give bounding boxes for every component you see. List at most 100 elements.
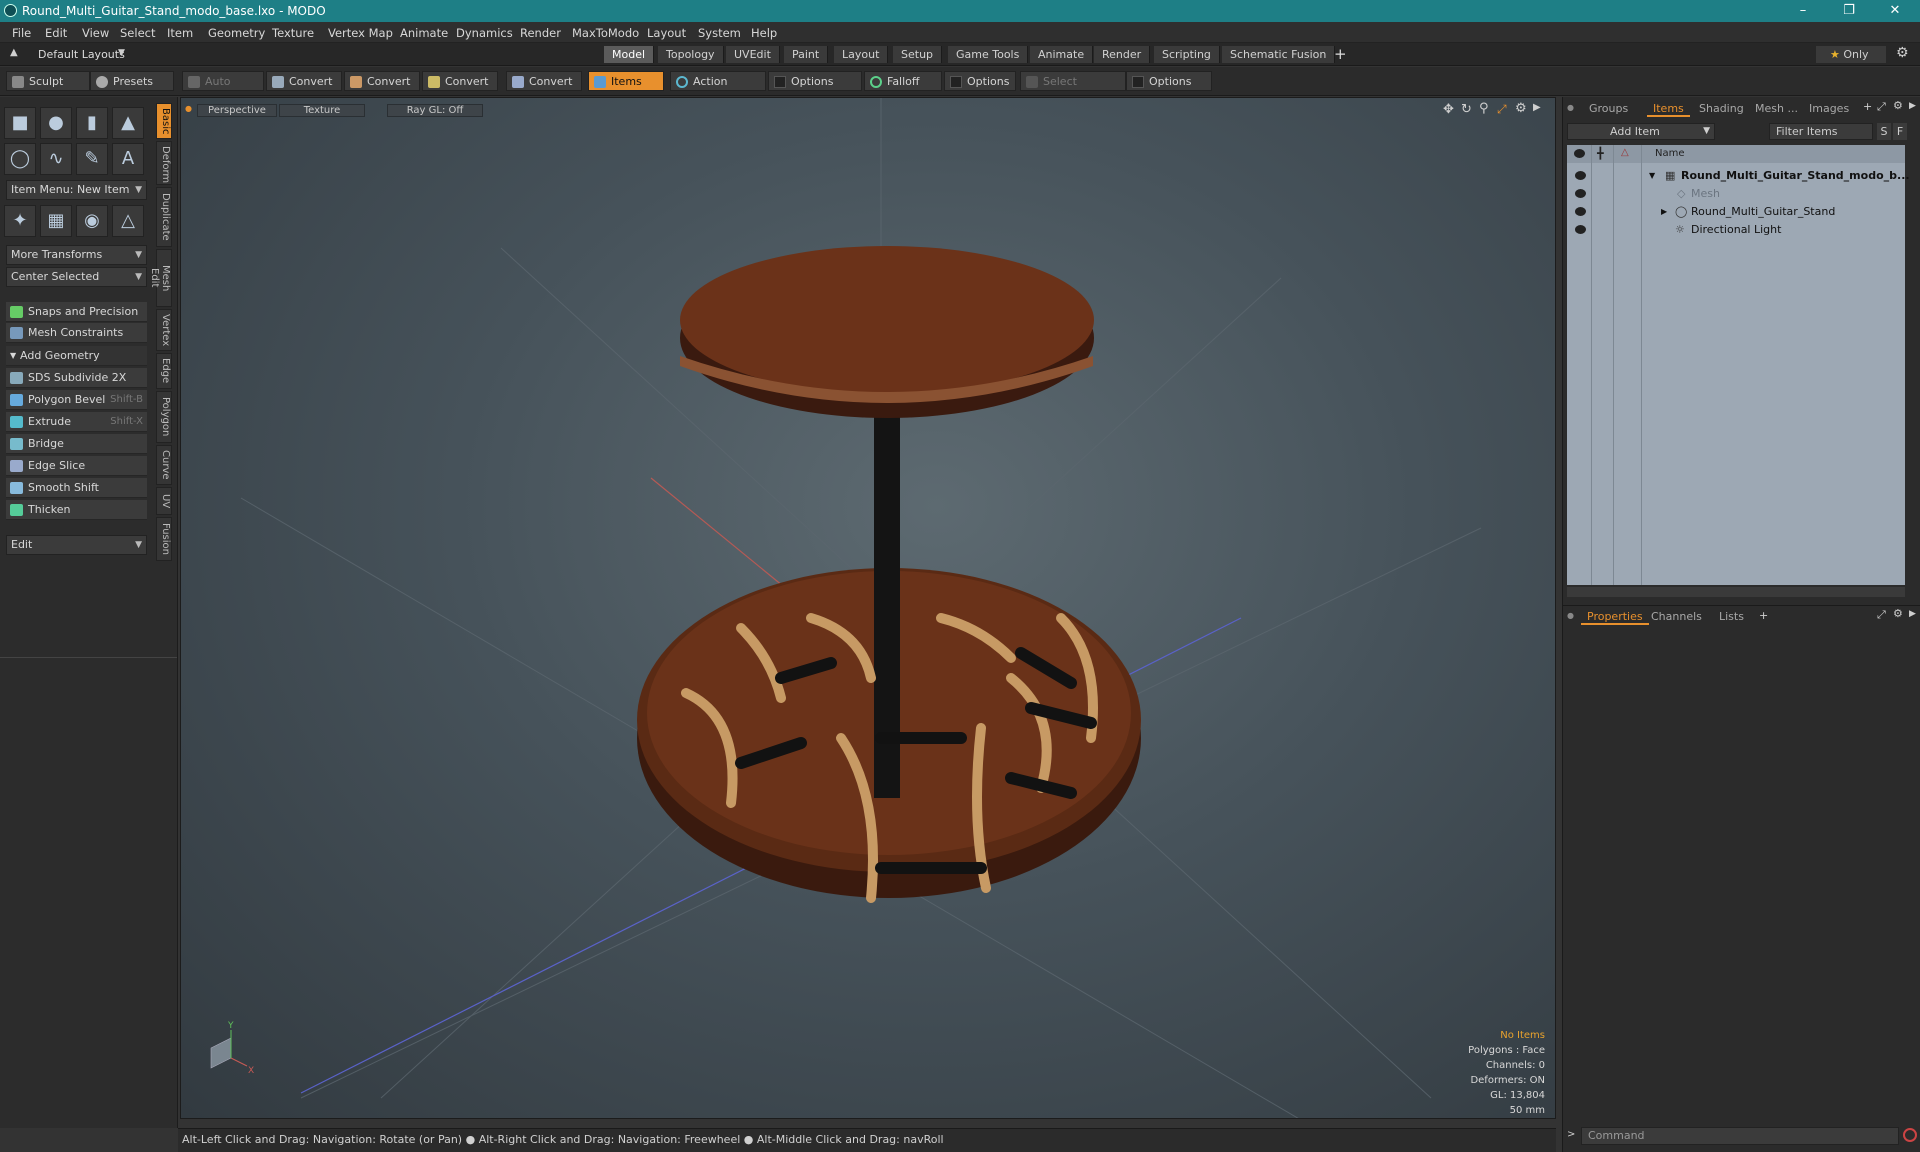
taper-icon[interactable]: △ [112,205,144,237]
tab-schematic-fusion[interactable]: Schematic Fusion [1222,46,1336,63]
grid-icon[interactable]: ▦ [40,205,72,237]
menu-help[interactable]: Help [751,26,777,40]
tab-topology[interactable]: Topology [658,46,724,63]
record-icon[interactable] [1903,1128,1917,1142]
menu-edit[interactable]: Edit [45,26,67,40]
cone-primitive-icon[interactable]: ▲ [112,107,144,139]
convert-items-button[interactable]: Convert [506,71,582,91]
menu-animate[interactable]: Animate [400,26,448,40]
vtab-vertex[interactable]: Vertex [156,309,172,351]
select-through-button[interactable]: Select Through [1020,71,1126,108]
tab-items[interactable]: Items [1647,101,1690,117]
menu-view[interactable]: View [82,26,109,40]
menu-file[interactable]: File [12,26,31,40]
minimize-button[interactable]: – [1780,0,1826,22]
tab-animate[interactable]: Animate [1030,46,1094,63]
tree-row-scene[interactable]: ▼ ▦ Round_Multi_Guitar_Stand_modo_b... [1567,167,1910,185]
tab-uvedit[interactable]: UVEdit [726,46,780,63]
vtab-uv[interactable]: UV [156,487,172,515]
menu-select[interactable]: Select [120,26,155,40]
extrude-button[interactable]: Extrude Shift-X [6,412,147,432]
tab-paint[interactable]: Paint [784,46,829,63]
sculpt-button[interactable]: Sculpt [6,71,90,91]
tab-groups[interactable]: Groups [1583,101,1634,117]
tree-row-directional-light[interactable]: ☼ Directional Light [1567,221,1905,239]
add-tab-button[interactable]: + [1334,45,1347,63]
tab-mesh[interactable]: Mesh ... [1749,101,1804,117]
tab-properties[interactable]: Properties [1581,609,1649,625]
falloff-button[interactable]: Falloff [864,71,942,91]
convert-vertices-button[interactable]: Convert [266,71,342,91]
filter-s-button[interactable]: S [1877,123,1891,140]
mesh-constraints-button[interactable]: Mesh Constraints [6,323,147,343]
tab-lists[interactable]: Lists [1713,609,1750,625]
3d-viewport[interactable]: ● Perspective Texture Ray GL: Off ✥ ↻ ⚲ … [180,97,1556,1119]
item-menu-dropdown[interactable]: Item Menu: New Item ▼ [6,180,147,200]
polygon-bevel-button[interactable]: Polygon Bevel Shift-B [6,390,147,410]
filter-items-input[interactable]: Filter Items [1769,123,1873,140]
eye-icon[interactable] [1575,207,1586,216]
more-transforms-dropdown[interactable]: More Transforms ▼ [6,245,147,265]
vtab-polygon[interactable]: Polygon [156,391,172,443]
convert-polygons-button[interactable]: Convert [422,71,498,91]
menu-maxtomodo[interactable]: MaxToModo [572,26,639,40]
vtab-deform[interactable]: Deform [156,141,172,185]
panel-menu-icon[interactable]: ● [1567,611,1574,620]
thicken-button[interactable]: Thicken [6,500,147,520]
globe-icon[interactable]: ◉ [76,205,108,237]
bridge-button[interactable]: Bridge [6,434,147,454]
tree-row-guitar-stand[interactable]: ▶ ◯ Round_Multi_Guitar_Stand [1567,203,1905,221]
pen-tool-icon[interactable]: ✎ [76,143,108,175]
menu-dynamics[interactable]: Dynamics [456,26,513,40]
menu-texture[interactable]: Texture [272,26,314,40]
vtab-curve[interactable]: Curve [156,445,172,485]
vtab-mesh-edit[interactable]: Mesh Edit [149,249,172,307]
tab-game-tools[interactable]: Game Tools [948,46,1029,63]
menu-vertex-map[interactable]: Vertex Map [328,26,393,40]
tab-scripting[interactable]: Scripting [1154,46,1220,63]
cylinder-primitive-icon[interactable]: ▮ [76,107,108,139]
edge-slice-button[interactable]: Edge Slice [6,456,147,476]
sds-subdivide-button[interactable]: SDS Subdivide 2X [6,368,147,388]
gear-icon[interactable]: ⚙ [1893,99,1903,112]
falloff-options[interactable]: Options [944,71,1016,91]
torus-primitive-icon[interactable]: ◯ [4,143,36,175]
tab-setup[interactable]: Setup [893,46,943,63]
text-tool-icon[interactable]: A [112,143,144,175]
add-tab-button[interactable]: + [1863,100,1872,113]
eye-icon[interactable] [1575,225,1586,234]
select-through-options[interactable]: Options [1126,71,1212,91]
cube-primitive-icon[interactable]: ■ [4,107,36,139]
menu-render[interactable]: Render [520,26,561,40]
smooth-shift-button[interactable]: Smooth Shift [6,478,147,498]
expand-icon[interactable]: ⤢ [1877,100,1886,114]
add-geometry-header[interactable]: ▼ Add Geometry [6,346,147,366]
tab-images[interactable]: Images [1803,101,1855,117]
tab-layout[interactable]: Layout [834,46,889,63]
only-toggle[interactable]: ★ Only [1816,46,1886,63]
panel-arrow-icon[interactable]: ▶ [1909,101,1916,111]
vtab-edge[interactable]: Edge [156,353,172,389]
menu-geometry[interactable]: Geometry [208,26,265,40]
edit-dropdown[interactable]: Edit ▼ [6,535,147,555]
center-selected-dropdown[interactable]: Center Selected ▼ [6,267,147,287]
menu-layout[interactable]: Layout [647,26,686,40]
layout-collapse-icon[interactable]: ▲ [10,47,18,58]
checkbox[interactable] [1132,76,1144,88]
menu-system[interactable]: System [698,26,741,40]
action-center-options[interactable]: Options [768,71,862,91]
tab-model[interactable]: Model [604,46,655,63]
panel-menu-icon[interactable]: ● [1567,103,1574,112]
vtab-duplicate[interactable]: Duplicate [156,187,172,247]
vtab-fusion[interactable]: Fusion [156,517,172,561]
panel-arrow-icon[interactable]: ▶ [1909,609,1916,619]
gear-icon[interactable]: ⚙ [1896,45,1909,61]
maximize-button[interactable]: ❐ [1826,0,1872,22]
tree-scrollbar[interactable] [1567,587,1905,597]
gear-icon[interactable]: ⚙ [1893,607,1903,620]
presets-button[interactable]: Presets F6 [90,71,174,108]
command-input[interactable]: Command [1581,1127,1899,1145]
tube-primitive-icon[interactable]: ∿ [40,143,72,175]
snaps-precision-button[interactable]: Snaps and Precision [6,302,147,322]
checkbox[interactable] [774,76,786,88]
